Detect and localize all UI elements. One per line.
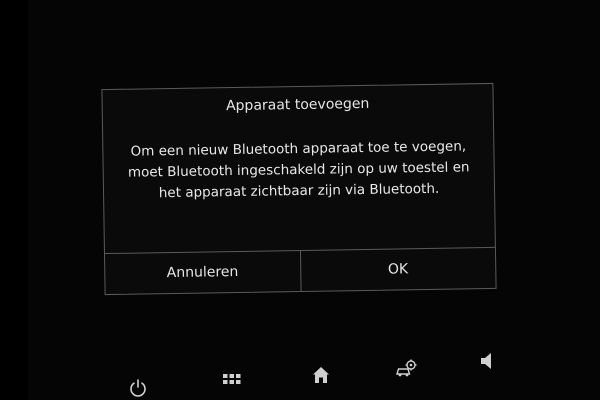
volume-icon[interactable]: [480, 352, 494, 370]
dialog-button-bar: Annuleren OK: [104, 246, 496, 295]
cancel-button[interactable]: Annuleren: [105, 251, 300, 294]
ok-button[interactable]: OK: [299, 247, 496, 291]
screen-bezel: [0, 0, 28, 400]
car-settings-icon[interactable]: [396, 358, 418, 378]
dialog-message: Om een nieuw Bluetooth apparaat toe te v…: [117, 136, 480, 205]
dialog-title: Apparaat toevoegen: [225, 95, 370, 115]
home-icon[interactable]: [312, 366, 330, 384]
dialog-message-line: het apparaat zichtbaar zijn via Bluetoot…: [158, 180, 440, 202]
power-icon[interactable]: [128, 378, 148, 398]
apps-grid-icon[interactable]: [223, 374, 241, 388]
add-device-dialog: Apparaat toevoegen Om een nieuw Bluetoot…: [101, 82, 497, 296]
